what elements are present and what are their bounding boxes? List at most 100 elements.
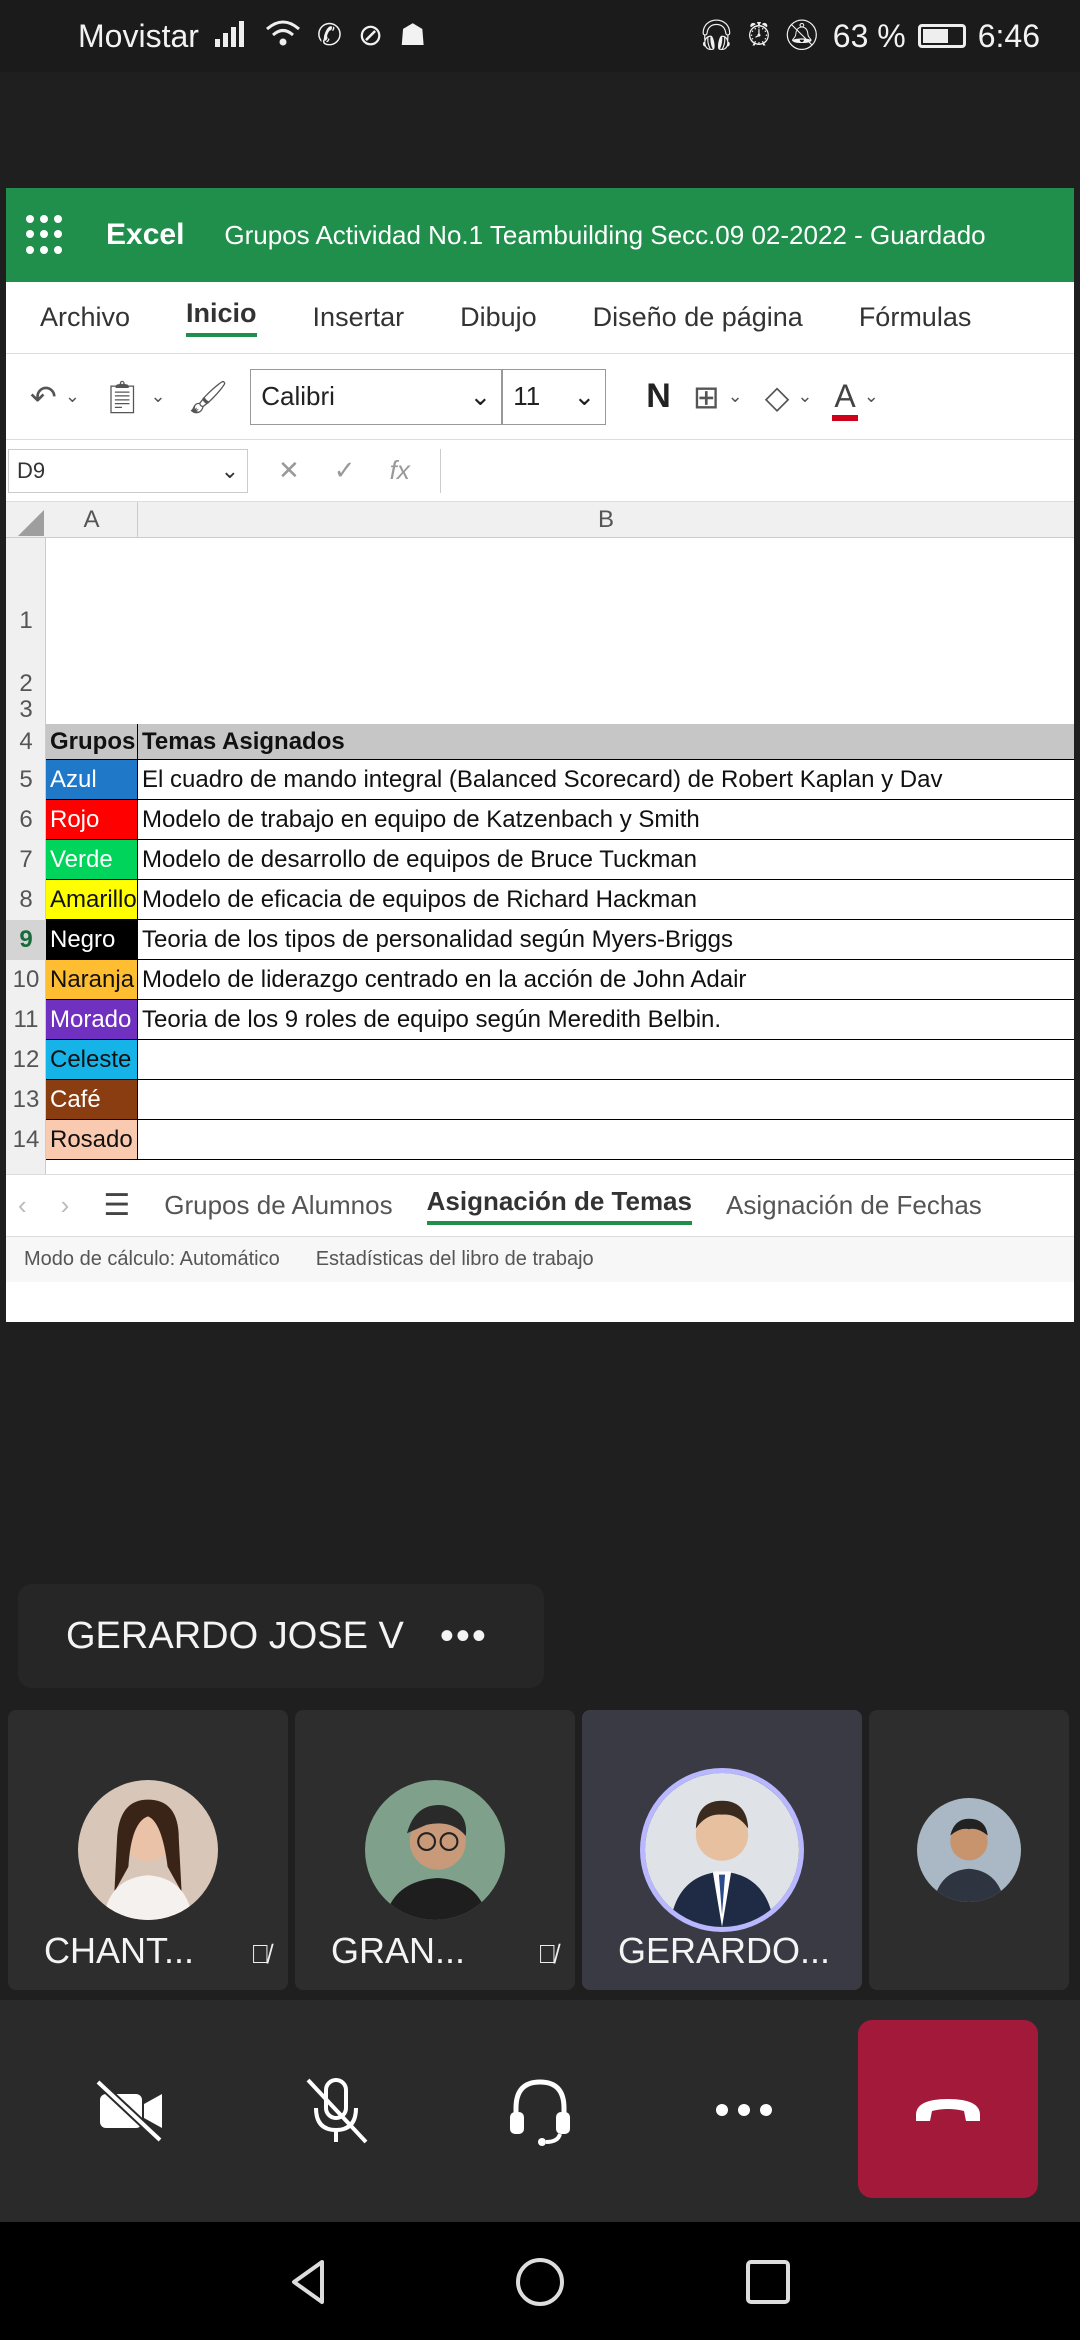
row-header[interactable]: 1: [6, 538, 46, 656]
font-size-select[interactable]: 11 ⌄: [502, 368, 607, 425]
participant-tile[interactable]: GRAN... 🎙̸: [295, 1710, 575, 1990]
more-actions-button[interactable]: [694, 2060, 794, 2160]
call-controls: [0, 2000, 1080, 2222]
topic-cell[interactable]: [138, 1080, 1074, 1120]
function-icon[interactable]: fx: [390, 455, 410, 486]
tab-dibujo[interactable]: Dibujo: [460, 302, 537, 333]
group-cell[interactable]: Naranja: [46, 960, 138, 1000]
mute-button[interactable]: [286, 2060, 386, 2160]
row-header[interactable]: 6: [6, 800, 46, 840]
topic-cell[interactable]: Teoria de los tipos de personalidad segú…: [138, 920, 1074, 960]
topic-cell[interactable]: Modelo de eficacia de equipos de Richard…: [138, 880, 1074, 920]
document-title[interactable]: Grupos Actividad No.1 Teambuilding Secc.…: [224, 220, 985, 251]
formula-bar: D9 ⌄ ✕ ✓ fx: [6, 440, 1074, 502]
presenter-label[interactable]: GERARDO JOSE V •••: [18, 1584, 544, 1688]
formula-input[interactable]: [439, 448, 1074, 493]
home-button[interactable]: [508, 2250, 572, 2314]
group-cell[interactable]: Verde: [46, 840, 138, 880]
blocked-icon: ⊘: [358, 19, 384, 52]
row-header[interactable]: 11: [6, 1000, 46, 1040]
table-row: Morado Teoria de los 9 roles de equipo se…: [46, 1000, 1074, 1040]
headset-icon: 🎧︎: [697, 19, 736, 52]
name-box[interactable]: D9 ⌄: [8, 448, 248, 493]
font-family-select[interactable]: Calibri ⌄: [250, 368, 503, 425]
header-cell-grupos[interactable]: Grupos: [46, 724, 138, 760]
hang-up-button[interactable]: [858, 2020, 1038, 2198]
back-button[interactable]: [278, 2250, 342, 2314]
borders-icon[interactable]: ⊞: [693, 378, 720, 416]
chevron-down-icon[interactable]: ⌄: [65, 386, 80, 407]
column-header-a[interactable]: A: [46, 502, 138, 538]
app-launcher-icon[interactable]: [26, 215, 66, 255]
participant-name: CHANT...: [44, 1930, 195, 1971]
font-color-icon[interactable]: A: [832, 378, 859, 421]
row-header[interactable]: 2: [6, 656, 46, 697]
sheet-tab-grupos[interactable]: Grupos de Alumnos: [164, 1190, 392, 1221]
tab-diseno-pagina[interactable]: Diseño de página: [593, 302, 803, 333]
phone-icon: ✆: [316, 19, 343, 52]
avatar: [78, 1780, 218, 1920]
cancel-icon[interactable]: ✕: [278, 455, 300, 486]
topic-cell[interactable]: [138, 1040, 1074, 1080]
tab-insertar[interactable]: Insertar: [313, 302, 405, 333]
undo-icon[interactable]: ↶: [30, 378, 57, 416]
tab-archivo[interactable]: Archivo: [40, 302, 130, 333]
group-cell[interactable]: Azul: [46, 760, 138, 800]
workbook-stats[interactable]: Estadísticas del libro de trabajo: [316, 1248, 594, 1271]
topic-cell[interactable]: Teoria de los 9 roles de equipo según Me…: [138, 1000, 1074, 1040]
sheet-tab-temas[interactable]: Asignación de Temas: [426, 1186, 692, 1225]
topic-cell[interactable]: El cuadro de mando integral (Balanced Sc…: [138, 760, 1074, 800]
menu-icon[interactable]: ☰: [103, 1188, 130, 1223]
row-header[interactable]: 12: [6, 1040, 46, 1080]
fill-color-icon[interactable]: ◇: [765, 378, 790, 416]
sheet-tab-fechas[interactable]: Asignación de Fechas: [726, 1190, 982, 1221]
select-all-corner[interactable]: [6, 502, 46, 538]
bold-button[interactable]: N: [646, 377, 671, 416]
recents-button[interactable]: [736, 2250, 800, 2314]
group-cell[interactable]: Amarillo: [46, 880, 138, 920]
row-header[interactable]: 13: [6, 1080, 46, 1120]
mic-off-icon: 🎙̸: [537, 1939, 558, 1969]
audio-button[interactable]: [490, 2060, 590, 2160]
group-cell[interactable]: Negro: [46, 920, 138, 960]
row-header[interactable]: 5: [6, 760, 46, 800]
row-header[interactable]: 9: [6, 920, 46, 960]
group-cell[interactable]: Morado: [46, 1000, 138, 1040]
more-options-icon[interactable]: •••: [440, 1614, 488, 1659]
row-header[interactable]: 8: [6, 880, 46, 920]
format-painter-icon[interactable]: 🖌︎: [188, 378, 229, 416]
row-header[interactable]: 10: [6, 960, 46, 1000]
row-header[interactable]: 14: [6, 1120, 46, 1160]
header-cell-temas[interactable]: Temas Asignados: [138, 724, 1074, 760]
group-cell[interactable]: Rojo: [46, 800, 138, 840]
recents-icon: [746, 2260, 790, 2304]
participant-tile-speaking[interactable]: GERARDO...: [582, 1710, 862, 1990]
chevron-down-icon[interactable]: ⌄: [864, 386, 879, 407]
camera-off-button[interactable]: [80, 2060, 180, 2160]
column-header-b[interactable]: B: [138, 502, 1074, 538]
bell-off-icon: 🔕︎: [782, 19, 821, 52]
paste-icon[interactable]: 📋︎: [102, 378, 143, 416]
group-cell[interactable]: Celeste: [46, 1040, 138, 1080]
topic-cell[interactable]: Modelo de liderazgo centrado en la acció…: [138, 960, 1074, 1000]
chevron-down-icon[interactable]: ⌄: [728, 386, 743, 407]
row-header[interactable]: 3: [6, 696, 46, 724]
tab-formulas[interactable]: Fórmulas: [859, 302, 972, 333]
teams-notification-icon: ☗: [399, 19, 427, 52]
group-cell[interactable]: Rosado: [46, 1120, 138, 1160]
tab-inicio[interactable]: Inicio: [186, 298, 257, 337]
chevron-left-icon[interactable]: ‹: [18, 1190, 27, 1221]
topic-cell[interactable]: Modelo de desarrollo de equipos de Bruce…: [138, 840, 1074, 880]
participant-tile[interactable]: CHANT... 🎙̸: [8, 1710, 288, 1990]
chevron-down-icon[interactable]: ⌄: [797, 386, 812, 407]
topic-cell[interactable]: [138, 1120, 1074, 1160]
chevron-right-icon[interactable]: ›: [61, 1190, 70, 1221]
ribbon-toolbar: ↶ ⌄ 📋︎ ⌄ 🖌︎ Calibri ⌄ 11 ⌄ N ⊞ ⌄ ◇ ⌄ A ⌄: [6, 354, 1074, 440]
row-header[interactable]: 4: [6, 724, 46, 760]
check-icon[interactable]: ✓: [334, 455, 356, 486]
topic-cell[interactable]: Modelo de trabajo en equipo de Katzenbac…: [138, 800, 1074, 840]
participant-tile[interactable]: [869, 1710, 1069, 1990]
chevron-down-icon[interactable]: ⌄: [151, 386, 166, 407]
row-header[interactable]: 7: [6, 840, 46, 880]
group-cell[interactable]: Café: [46, 1080, 138, 1120]
